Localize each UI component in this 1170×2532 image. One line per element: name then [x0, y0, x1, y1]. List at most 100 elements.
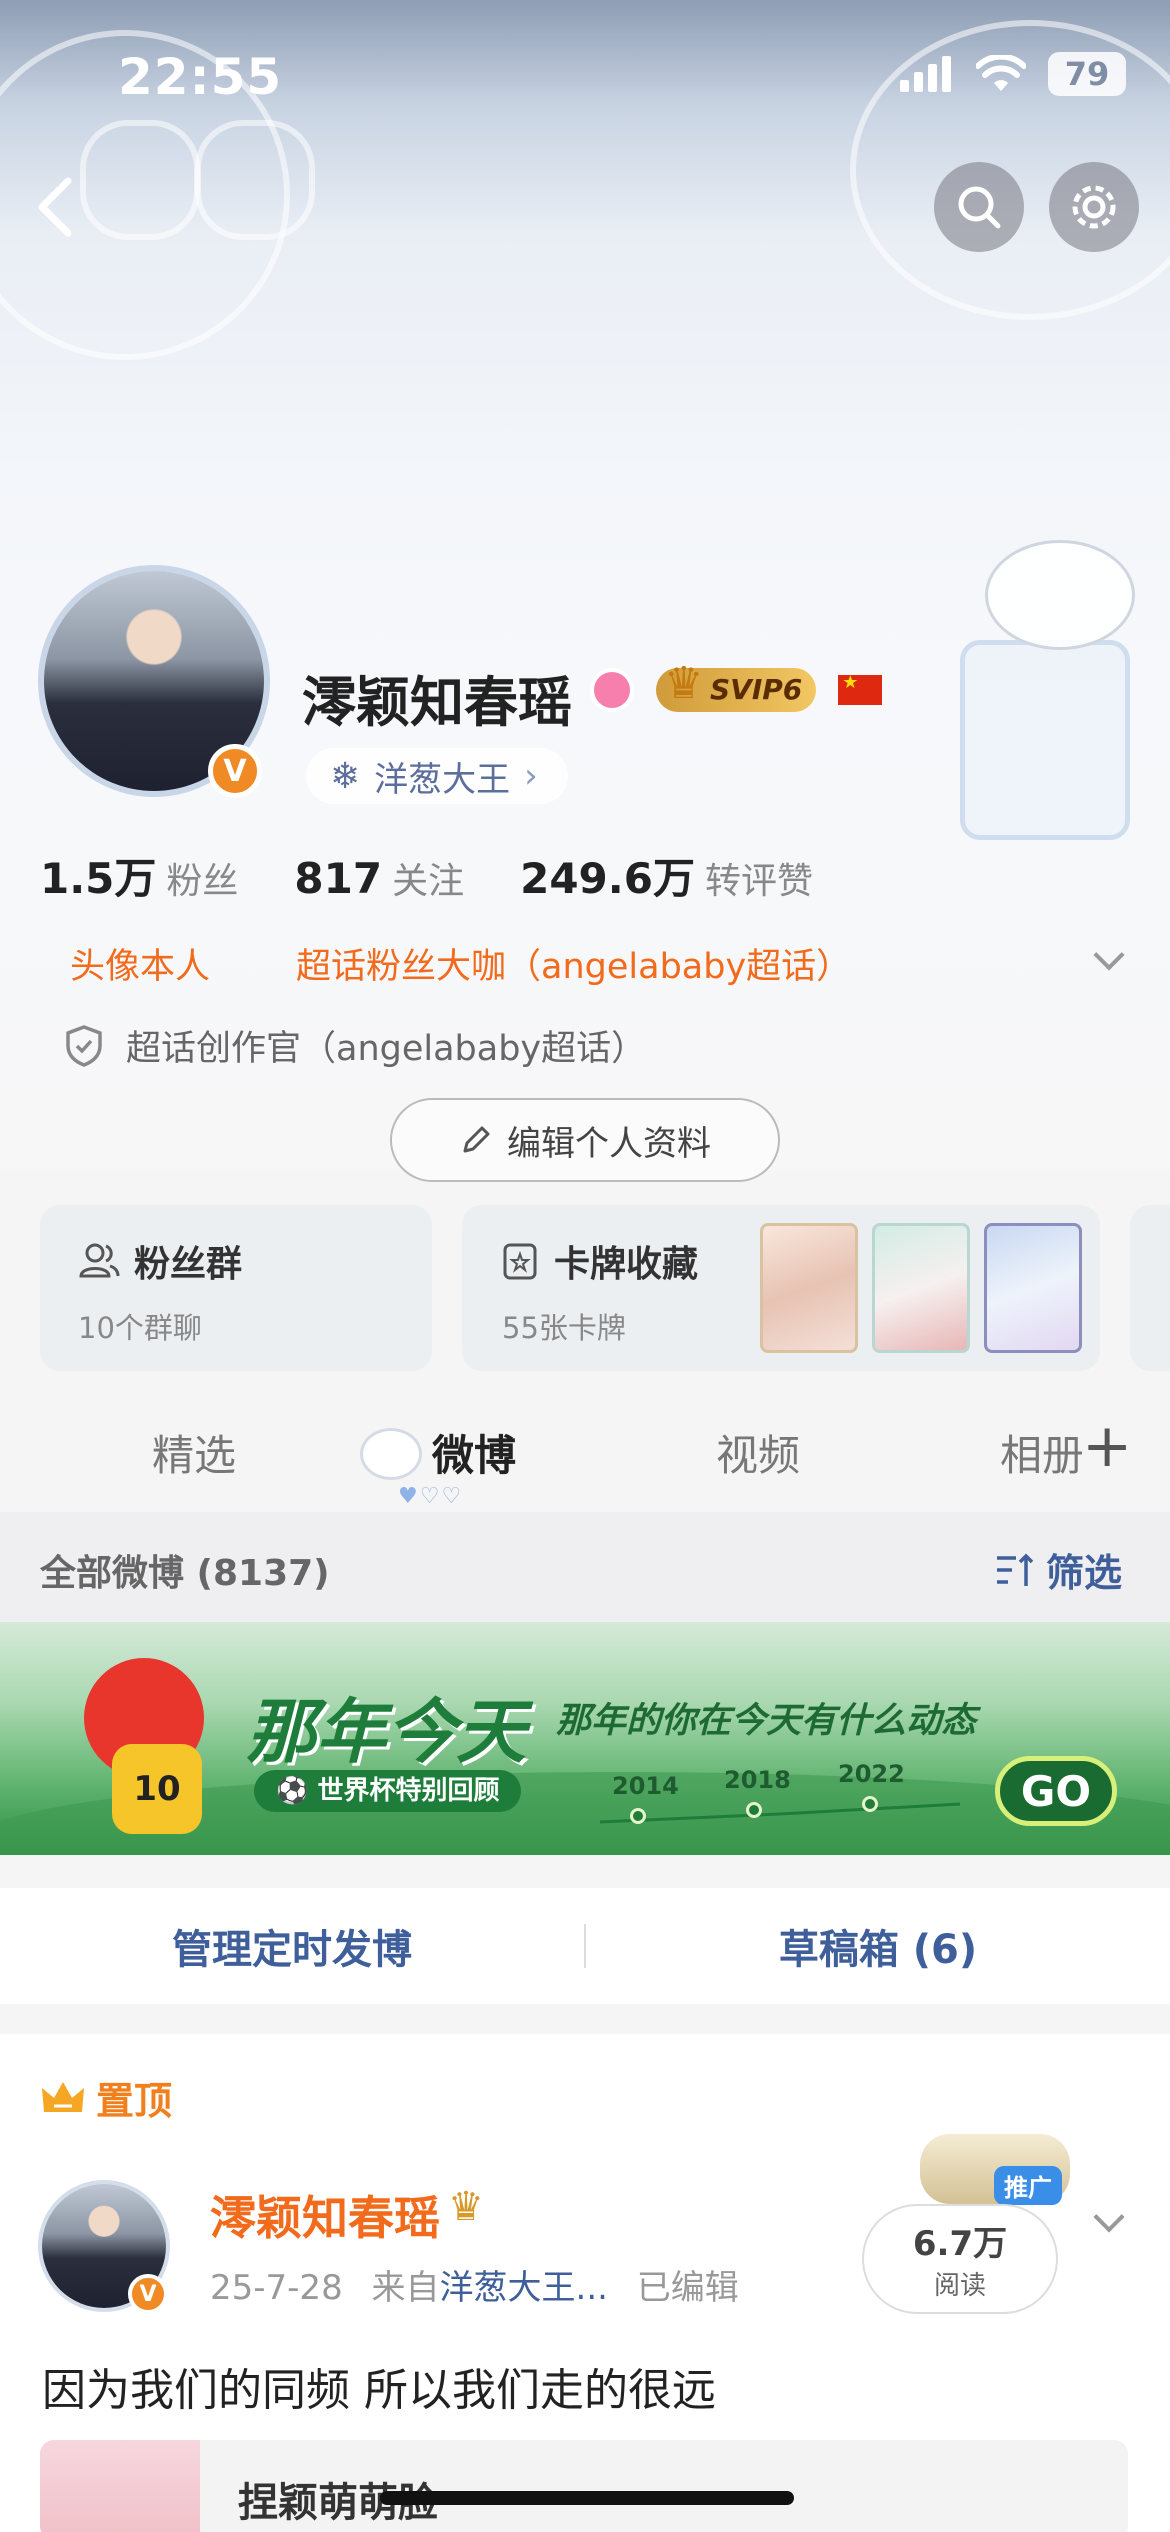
sub-account-label: 洋葱大王 — [374, 759, 511, 800]
profile-name: 澪颖知春瑶 — [302, 671, 572, 734]
filter-button[interactable]: 筛选 — [994, 1542, 1122, 1597]
mascot-jersey: 10 — [112, 1744, 202, 1834]
tab-album[interactable]: 相册 — [1000, 1422, 1082, 1483]
tab-featured[interactable]: 精选 — [152, 1422, 236, 1483]
fans-group-title: 粉丝群 — [134, 1244, 243, 1285]
stat-value: 1.5万 — [40, 854, 157, 903]
timeline-dot — [630, 1808, 646, 1824]
post-meta: 25-7-28 来自洋葱大王... 已编辑 — [210, 2260, 739, 2309]
sub-account-pill[interactable]: ❄ 洋葱大王 › — [306, 748, 568, 804]
snowflake-icon: ❄ — [330, 755, 361, 797]
chevron-right-icon: › — [524, 756, 538, 796]
linked-card-thumbnail — [40, 2440, 200, 2532]
feed-header: 全部微博 (8137) 筛选 — [0, 1512, 1170, 1622]
post-author-name[interactable]: 澪颖知春瑶 — [210, 2182, 440, 2248]
profile-tabs: 精选 微博 ♥♡♡ 视频 相册 + — [0, 1400, 1170, 1510]
creator-tag[interactable]: 超话创作官（angelababy超话） — [64, 1020, 646, 1071]
feed-count-title: 全部微博 (8137) — [40, 1553, 330, 1594]
search-icon — [958, 186, 1001, 229]
china-flag-icon — [838, 672, 883, 705]
fans-group-title-row: 粉丝群 — [78, 1235, 394, 1287]
banner-go-button[interactable]: GO — [995, 1756, 1117, 1826]
read-label: 阅读 — [933, 2271, 986, 2301]
card-collection-title: 卡牌收藏 — [554, 1244, 699, 1285]
tab-mascot-icon — [360, 1428, 422, 1480]
settings-button[interactable] — [1049, 162, 1139, 252]
verified-badge: V — [208, 744, 262, 798]
gender-icon — [590, 668, 634, 712]
creator-tag-label: 超话创作官（angelababy超话） — [126, 1029, 647, 1069]
card-icon — [503, 1243, 537, 1280]
stat-following[interactable]: 817 关注 — [294, 852, 464, 904]
post-date: 25-7-28 — [210, 2268, 343, 2308]
banner-subtitle: 那年的你在今天有什么动态 — [556, 1701, 977, 1741]
fans-group-subtitle: 10个群聊 — [78, 1311, 202, 1345]
filter-icon — [997, 1553, 1034, 1586]
post-text: 因为我们的同频 所以我们走的很远 — [42, 2365, 716, 2416]
banner-title: 那年今天 — [246, 1691, 526, 1773]
add-tab-icon[interactable]: + — [1082, 1416, 1132, 1476]
tab-video[interactable]: 视频 — [716, 1422, 800, 1483]
wifi-icon — [976, 55, 1026, 91]
year-label: 2018 — [724, 1766, 791, 1794]
tag-super-topic-fan[interactable]: 超话粉丝大咖（angelababy超话） — [296, 938, 851, 989]
extra-card-peek[interactable] — [1130, 1205, 1170, 1371]
timeline-dot — [862, 1796, 878, 1812]
home-indicator — [380, 2491, 794, 2505]
banner-badge-label: 世界杯特别回顾 — [317, 1776, 500, 1806]
vip-crown-icon: ♛ — [448, 2184, 484, 2230]
status-icons: 79 — [900, 52, 1126, 96]
stat-label: 转评赞 — [704, 861, 813, 902]
active-tab-hearts-icon: ♥♡♡ — [398, 1484, 464, 1509]
post-edited: 已编辑 — [636, 2268, 739, 2308]
verified-badge: V — [128, 2274, 168, 2314]
post-source[interactable]: 洋葱大王... — [440, 2268, 608, 2308]
throwback-banner[interactable]: 10 那年今天 那年的你在今天有什么动态 ⚽ 世界杯特别回顾 2014 2018… — [0, 1622, 1170, 1855]
fans-group-card[interactable]: 粉丝群 10个群聊 — [40, 1205, 432, 1371]
pinned-label: 置顶 — [96, 2079, 173, 2123]
status-time: 22:55 — [118, 48, 283, 106]
stat-value: 249.6万 — [520, 854, 695, 903]
search-button[interactable] — [934, 162, 1024, 252]
stat-likes[interactable]: 249.6万 转评赞 — [520, 845, 813, 906]
banner-badge: ⚽ 世界杯特别回顾 — [254, 1770, 522, 1812]
year-label: 2022 — [838, 1760, 905, 1788]
bow-decoration — [195, 120, 315, 240]
post-more-icon[interactable] — [1093, 2201, 1125, 2233]
linked-card[interactable]: 捏颖萌萌脸 — [40, 2440, 1128, 2532]
profile-tags: 头像本人 超话粉丝大咖（angelababy超话） — [70, 938, 851, 989]
scheduled-posts-button[interactable]: 管理定时发博 — [0, 1917, 584, 1975]
pinned-post[interactable]: 置顶 V 澪颖知春瑶 ♛ 25-7-28 来自洋葱大王... 已编辑 推广 6.… — [0, 2034, 1170, 2532]
stat-value: 817 — [294, 854, 383, 903]
post-source-prefix: 来自 — [371, 2268, 440, 2308]
card-collection-card[interactable]: 卡牌收藏 55张卡牌 — [462, 1205, 1100, 1371]
pencil-icon — [463, 1126, 490, 1153]
card-thumbnail[interactable] — [872, 1223, 970, 1353]
drafts-button[interactable]: 草稿箱 (6) — [586, 1917, 1170, 1975]
cat-sticker — [985, 540, 1135, 650]
back-button[interactable] — [32, 175, 76, 243]
jar-sticker — [960, 640, 1130, 840]
tab-weibo[interactable]: 微博 — [432, 1422, 516, 1483]
chevron-left-icon — [38, 177, 72, 237]
promo-badge[interactable]: 推广 — [994, 2166, 1062, 2205]
bow-decoration — [80, 120, 200, 240]
pinned-label-row: 置顶 — [40, 2070, 172, 2125]
read-count: 6.7万 — [912, 2224, 1008, 2264]
card-thumbnail[interactable] — [760, 1223, 858, 1353]
profile-stats: 1.5万 粉丝 817 关注 249.6万 转评赞 — [40, 845, 813, 906]
svip-badge[interactable]: SVIP6 — [656, 662, 817, 712]
edit-profile-label: 编辑个人资料 — [507, 1123, 711, 1164]
edit-profile-button[interactable]: 编辑个人资料 — [390, 1098, 780, 1182]
stat-label: 粉丝 — [166, 861, 239, 902]
group-icon — [79, 1243, 120, 1278]
signal-icon — [900, 56, 951, 92]
tag-avatar-self[interactable]: 头像本人 — [70, 938, 210, 989]
battery-indicator: 79 — [1048, 52, 1126, 96]
shield-icon — [66, 1024, 102, 1067]
stat-fans[interactable]: 1.5万 粉丝 — [40, 845, 238, 906]
year-label: 2014 — [612, 1772, 679, 1800]
timeline-dot — [746, 1802, 762, 1818]
card-thumbnail[interactable] — [984, 1223, 1082, 1353]
read-count-pill[interactable]: 6.7万 阅读 — [862, 2204, 1058, 2314]
